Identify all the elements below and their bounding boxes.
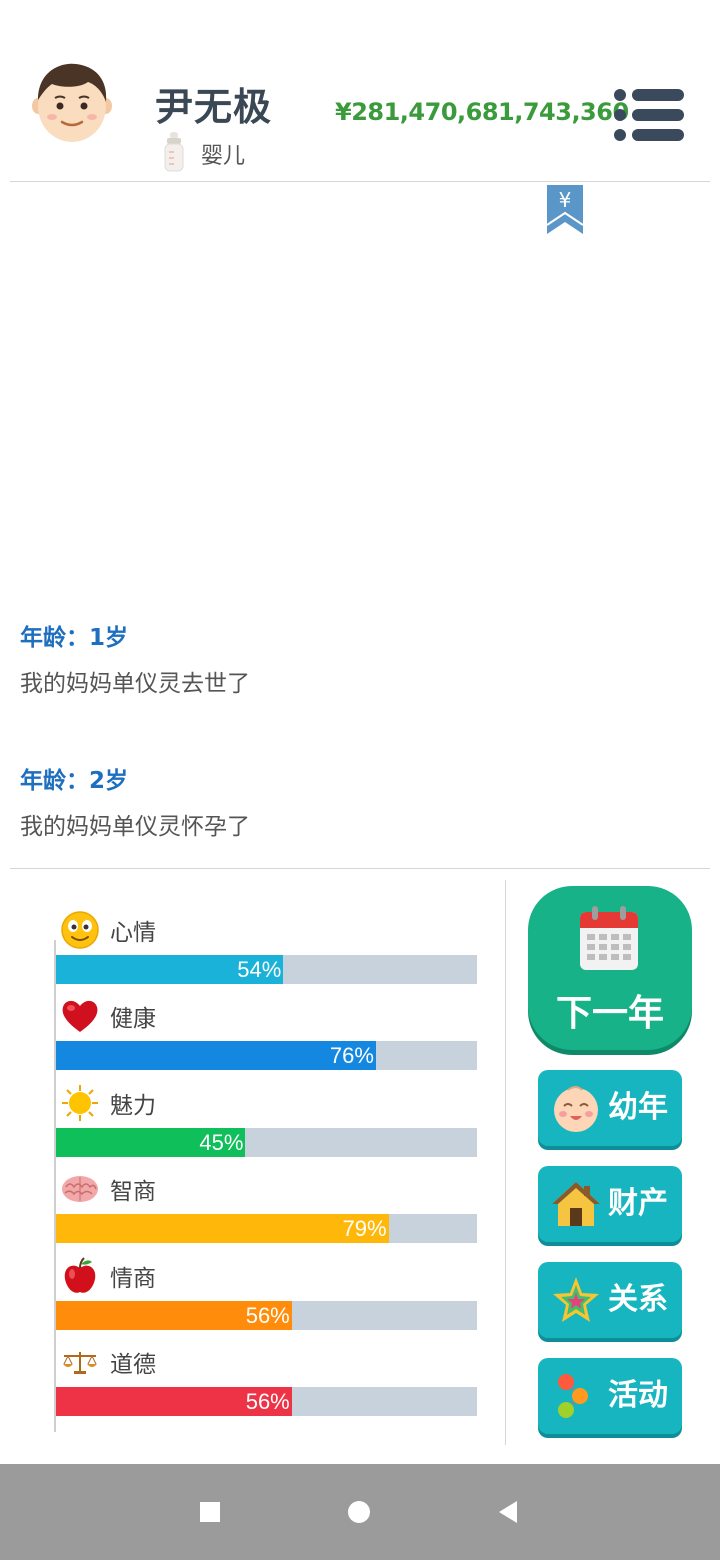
stat-percent: 56% (245, 1388, 290, 1414)
stat-eq: 情商 56% (54, 1254, 478, 1340)
stat-morality: 道德 56% (54, 1340, 478, 1426)
stat-label: 心情 (110, 920, 156, 946)
stat-label: 情商 (110, 1265, 156, 1292)
log-text: 我的妈妈单仪灵去世了 (20, 671, 250, 697)
stat-mood: 心情 54% (54, 908, 478, 994)
heart-icon (60, 996, 100, 1036)
star-icon (550, 1274, 602, 1326)
stat-bar-fill: 54% (56, 955, 284, 984)
stat-label: 智商 (110, 1179, 156, 1206)
scales-icon (60, 1342, 100, 1382)
stat-percent: 79% (342, 1216, 387, 1242)
brain-icon (60, 1169, 100, 1209)
stats-panel: 心情 54% 健康 76% 魅力 45% 智商 79% 情商 56% 道德 56… (54, 908, 478, 1426)
activities-label: 活动 (608, 1378, 668, 1413)
player-name: 尹无极 (155, 85, 273, 129)
list-menu-icon[interactable] (610, 86, 686, 144)
sun-icon (60, 1083, 100, 1123)
smiley-face-icon (60, 910, 100, 950)
relationships-label: 关系 (608, 1282, 668, 1317)
log-text: 我的妈妈单仪灵怀孕了 (20, 814, 250, 840)
stat-percent: 45% (199, 1129, 244, 1155)
baby-bottle-icon (163, 132, 185, 176)
relationships-button[interactable]: 关系 (538, 1262, 682, 1338)
apple-icon (60, 1256, 100, 1296)
stat-percent: 76% (329, 1043, 374, 1069)
childhood-button[interactable]: 幼年 (538, 1070, 682, 1146)
assets-label: 财产 (608, 1186, 668, 1221)
stat-bar-fill: 76% (56, 1041, 376, 1071)
circle-home-icon[interactable] (339, 1492, 379, 1532)
stat-bar: 56% (56, 1386, 477, 1416)
childhood-label: 幼年 (608, 1090, 668, 1125)
activities-button[interactable]: 活动 (538, 1358, 682, 1434)
header-divider (10, 181, 710, 182)
stat-bar-fill: 45% (56, 1127, 246, 1157)
life-stage-label: 婴儿 (201, 144, 246, 169)
money-balance: ¥281,470,681,743,360 (335, 98, 629, 126)
stat-bar-fill: 56% (56, 1300, 292, 1330)
boy-face-icon[interactable] (32, 60, 112, 144)
stat-iq: 智商 79% (54, 1167, 478, 1253)
triangle-back-icon[interactable] (488, 1492, 528, 1532)
stat-percent: 56% (245, 1302, 290, 1328)
calendar-icon (578, 904, 640, 974)
activity-dots-icon (550, 1370, 602, 1422)
log-entry: 年龄：2岁 我的妈妈单仪灵怀孕了 (20, 761, 250, 841)
next-year-label: 下一年 (555, 993, 664, 1034)
house-icon (550, 1178, 602, 1230)
life-stage: 婴儿 (163, 132, 246, 176)
stat-bar-fill: 56% (56, 1386, 292, 1416)
stat-label: 健康 (110, 1006, 156, 1033)
next-year-button[interactable]: 下一年 (528, 886, 692, 1050)
stat-charm: 魅力 45% (54, 1081, 478, 1167)
profile-header: 尹无极 婴儿 ¥281,470,681,743,360 (0, 0, 720, 182)
stat-bar: 54% (56, 955, 477, 984)
stat-label: 道德 (110, 1351, 156, 1378)
stat-bar-fill: 79% (56, 1214, 389, 1244)
yen-bookmark-icon[interactable]: ¥ (546, 185, 584, 235)
stat-label: 魅力 (110, 1092, 156, 1119)
stat-bar: 76% (56, 1041, 477, 1071)
assets-button[interactable]: 财产 (538, 1166, 682, 1242)
stat-health: 健康 76% (54, 994, 478, 1080)
log-divider (10, 868, 710, 869)
log-age: 年龄：2岁 (20, 768, 129, 794)
stat-bar: 56% (56, 1300, 477, 1330)
log-entry: 年龄：1岁 我的妈妈单仪灵去世了 (20, 618, 250, 698)
stat-bar: 79% (56, 1214, 477, 1244)
panel-divider (505, 880, 506, 1445)
baby-face-icon (550, 1082, 602, 1134)
square-recent-icon[interactable] (190, 1492, 230, 1532)
log-age: 年龄：1岁 (20, 625, 129, 651)
stat-percent: 54% (237, 957, 282, 982)
system-navbar (0, 1464, 720, 1560)
svg-text:¥: ¥ (559, 188, 572, 212)
app-root: 尹无极 婴儿 ¥281,470,681,743,360 ¥ 年龄：1岁 我的妈妈… (0, 0, 720, 1560)
stat-bar: 45% (56, 1127, 477, 1157)
